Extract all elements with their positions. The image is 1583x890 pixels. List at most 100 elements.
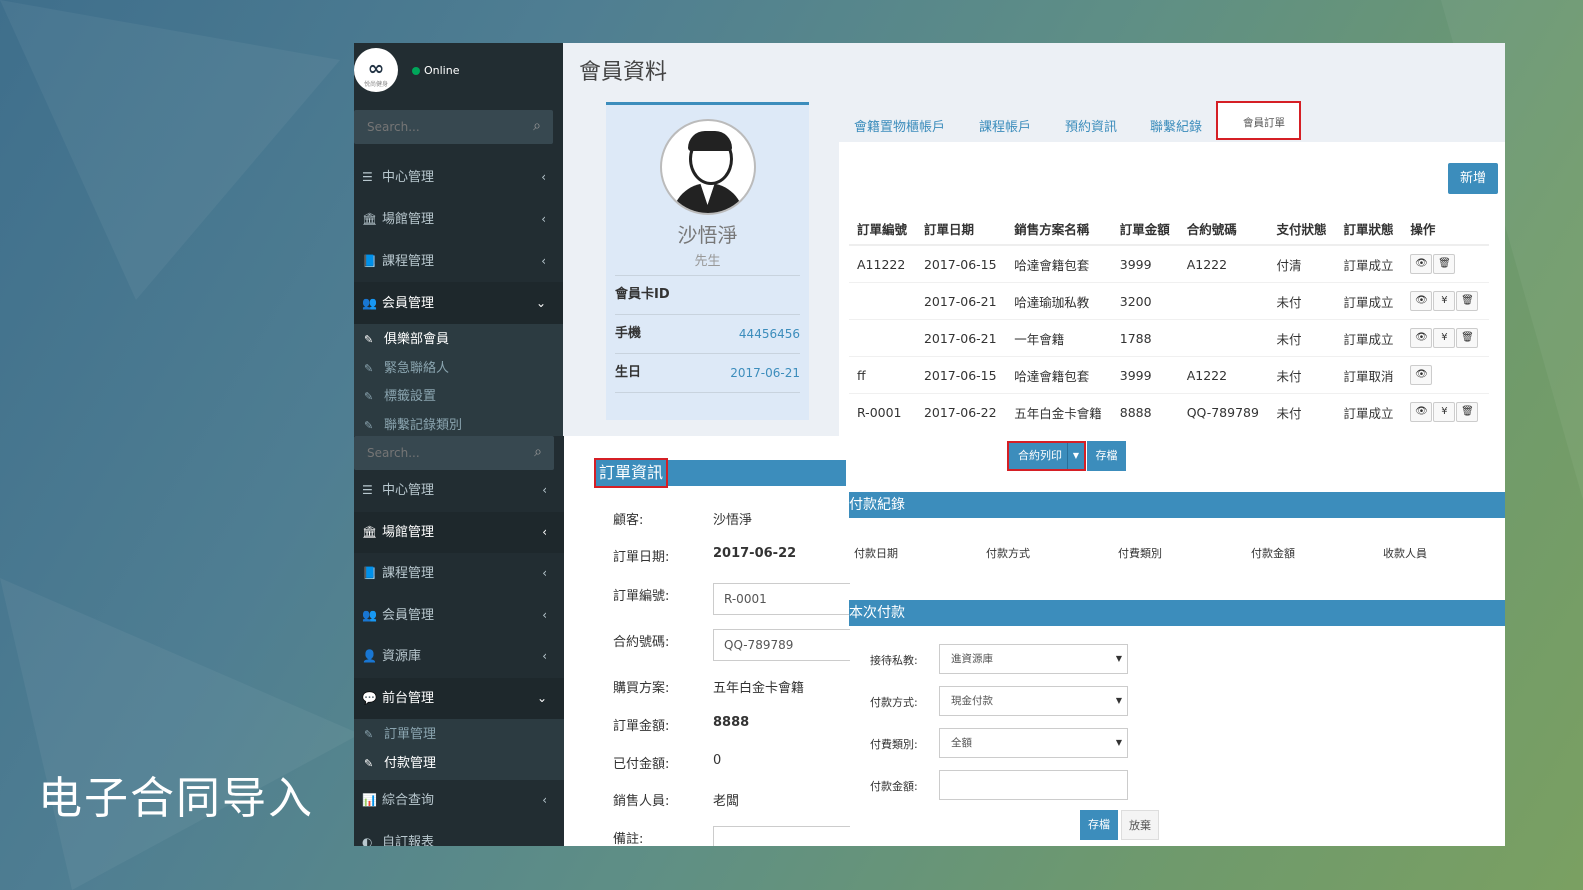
submenu-item[interactable]: ✎ 訂單管理	[354, 721, 564, 750]
slide-title: 电子合同导入	[38, 773, 314, 824]
table-cell	[849, 282, 916, 320]
submenu-item[interactable]: ✎ 標籤設置	[354, 383, 563, 412]
submenu-item[interactable]: ✎ 俱樂部會員	[354, 326, 563, 355]
sidebar-item-label: 中心管理	[382, 483, 435, 498]
chevron-icon: ‹	[542, 793, 547, 807]
delete-icon[interactable]: 🗑	[1433, 254, 1456, 274]
table-cell: 未付	[1268, 282, 1336, 320]
sidebar-item[interactable]: ◐ 自訂報表	[354, 822, 564, 847]
contract-print-button[interactable]: 合約列印 ▼	[1007, 441, 1086, 471]
payment-column-header: 付費類別	[1118, 547, 1162, 560]
submenu-item-label: 訂單管理	[384, 727, 437, 742]
cancel-button[interactable]: 放棄	[1121, 810, 1159, 840]
payment-column-header: 付款日期	[854, 547, 898, 560]
tab-booking-info[interactable]: 預約資訊	[1065, 116, 1117, 135]
add-order-button[interactable]: 新增	[1448, 163, 1498, 194]
tab-member-orders[interactable]: 會員訂單	[1216, 101, 1301, 140]
edit-icon: ✎	[364, 756, 374, 770]
row-actions: 👁 ¥ 🗑	[1402, 282, 1489, 320]
view-icon[interactable]: 👁	[1410, 254, 1433, 274]
online-status: Online	[412, 64, 459, 77]
orders-table: 訂單編號 訂單日期 銷售方案名稱 訂單金額 合約號碼 支付狀態 訂單狀態 操作 A11222 2…	[849, 213, 1489, 430]
payment-amount-input[interactable]	[939, 770, 1128, 800]
order-number-field[interactable]: R-0001	[713, 583, 850, 615]
table-cell: 3200	[1111, 282, 1179, 320]
payment-select[interactable]: 進資源庫 ▼	[939, 644, 1128, 674]
table-cell: 哈達會籍包套	[1006, 244, 1112, 283]
menu-icon: 📊	[362, 793, 377, 807]
sidebar-item[interactable]: 💬 前台管理 ⌄	[354, 677, 564, 719]
user-panel: ∞ 悦尚健身 Online	[354, 43, 563, 101]
save-payment-button[interactable]: 存檔	[1080, 810, 1118, 840]
brand-logo: ∞ 悦尚健身	[354, 48, 398, 92]
column-header: 銷售方案名稱	[1006, 213, 1112, 246]
caret-down-icon[interactable]: ▼	[1067, 443, 1084, 469]
payment-field-label: 付款方式:	[870, 696, 918, 709]
search-icon[interactable]: ⌕	[534, 444, 542, 460]
edit-icon: ✎	[364, 333, 374, 346]
table-cell: 3999	[1111, 356, 1179, 394]
payment-record-header: 付款紀錄	[849, 492, 1505, 518]
payment-select[interactable]: 全額 ▼	[939, 728, 1128, 758]
background-facet	[0, 578, 360, 890]
table-cell: 未付	[1268, 319, 1336, 357]
view-icon[interactable]: 👁	[1410, 328, 1433, 348]
delete-icon[interactable]: 🗑	[1456, 328, 1479, 348]
tab-contact-records[interactable]: 聯繫紀錄	[1150, 116, 1202, 135]
birthday-link[interactable]: 2017-06-21	[730, 354, 800, 392]
tab-course-account[interactable]: 課程帳戶	[979, 116, 1031, 135]
row-actions: 👁 🗑	[1402, 244, 1489, 283]
search-input[interactable]	[354, 110, 517, 144]
column-header: 支付狀態	[1268, 213, 1336, 246]
sidebar-item[interactable]: 🏛 場館管理 ‹	[354, 198, 563, 240]
delete-icon[interactable]: 🗑	[1456, 402, 1479, 422]
search-icon[interactable]: ⌕	[533, 118, 541, 134]
payment-select[interactable]: 現金付款 ▼	[939, 686, 1128, 716]
payment-icon[interactable]: ¥	[1433, 291, 1456, 311]
sidebar: ⌕ ☰ 中心管理 ‹ 🏛 場館管理 ‹ 📘 課程管理 ‹ 👥 会員管理 ‹ 👤 資源庫 ‹ 💬 前台管理 ⌄ ✎ 訂…	[354, 436, 564, 846]
sidebar-item[interactable]: 🏛 場館管理 ‹	[354, 511, 564, 553]
search-input[interactable]	[354, 436, 517, 470]
view-icon[interactable]: 👁	[1410, 365, 1433, 385]
table-cell: 一年會籍	[1006, 319, 1112, 357]
sidebar-item[interactable]: 📊 綜合查询 ‹	[354, 780, 564, 822]
table-cell: 哈達會籍包套	[1006, 356, 1112, 394]
payment-icon[interactable]: ¥	[1433, 402, 1456, 422]
table-cell: 2017-06-21	[915, 319, 1007, 357]
main-content: 會員資料 沙悟淨 先生 會員卡ID 手機 44456456 生日 2017-06-2…	[563, 43, 1505, 436]
sidebar-item[interactable]: 👥 会員管理 ⌄	[354, 282, 563, 324]
phone-link[interactable]: 44456456	[739, 315, 800, 353]
sidebar-item[interactable]: 📘 課程管理 ‹	[354, 240, 563, 282]
order-field-label: 購買方案:	[613, 681, 670, 696]
remarks-field[interactable]	[713, 826, 850, 846]
view-icon[interactable]: 👁	[1410, 291, 1433, 311]
save-button[interactable]: 存檔	[1087, 441, 1126, 471]
delete-icon[interactable]: 🗑	[1456, 291, 1479, 311]
tab-locker-account[interactable]: 會籍置物櫃帳戶	[854, 116, 945, 135]
submenu-item-label: 緊急聯絡人	[384, 360, 450, 376]
submenu-item-label: 付款管理	[384, 755, 437, 771]
card-id-row: 會員卡ID	[615, 275, 800, 314]
menu-icon: ◐	[362, 834, 373, 847]
contract-number-field[interactable]: QQ-789789	[713, 629, 850, 661]
payment-icon[interactable]: ¥	[1433, 328, 1456, 348]
table-row: R-0001 2017-06-22 五年白金卡會籍 8888 QQ-789789 未付 訂單…	[849, 393, 1489, 430]
submenu-item[interactable]: ✎ 付款管理	[354, 750, 564, 779]
sidebar-item[interactable]: ☰ 中心管理 ‹	[354, 470, 564, 512]
birthday-row: 生日 2017-06-21	[615, 353, 800, 392]
table-cell	[1178, 282, 1269, 320]
sidebar-item[interactable]: 📘 課程管理 ‹	[354, 553, 564, 595]
table-cell: 訂單成立	[1335, 244, 1403, 283]
sidebar-item[interactable]: 👥 会員管理 ‹	[354, 595, 564, 637]
chevron-icon: ‹	[542, 607, 547, 622]
sidebar-item[interactable]: ☰ 中心管理 ‹	[354, 156, 563, 198]
submenu-item[interactable]: ✎ 聯繫記錄類別	[354, 412, 563, 437]
view-icon[interactable]: 👁	[1410, 402, 1433, 422]
sidebar-item[interactable]: 👤 資源庫 ‹	[354, 636, 564, 678]
payment-column-header: 收款人員	[1383, 547, 1427, 560]
table-row: ff 2017-06-15 哈達會籍包套 3999 A1222 未付 訂單取消 👁	[849, 356, 1489, 394]
table-cell: ff	[849, 356, 916, 394]
submenu-item[interactable]: ✎ 緊急聯絡人	[354, 355, 563, 384]
sidebar-item-label: 中心管理	[382, 170, 435, 185]
order-field-label: 顧客:	[613, 513, 644, 528]
